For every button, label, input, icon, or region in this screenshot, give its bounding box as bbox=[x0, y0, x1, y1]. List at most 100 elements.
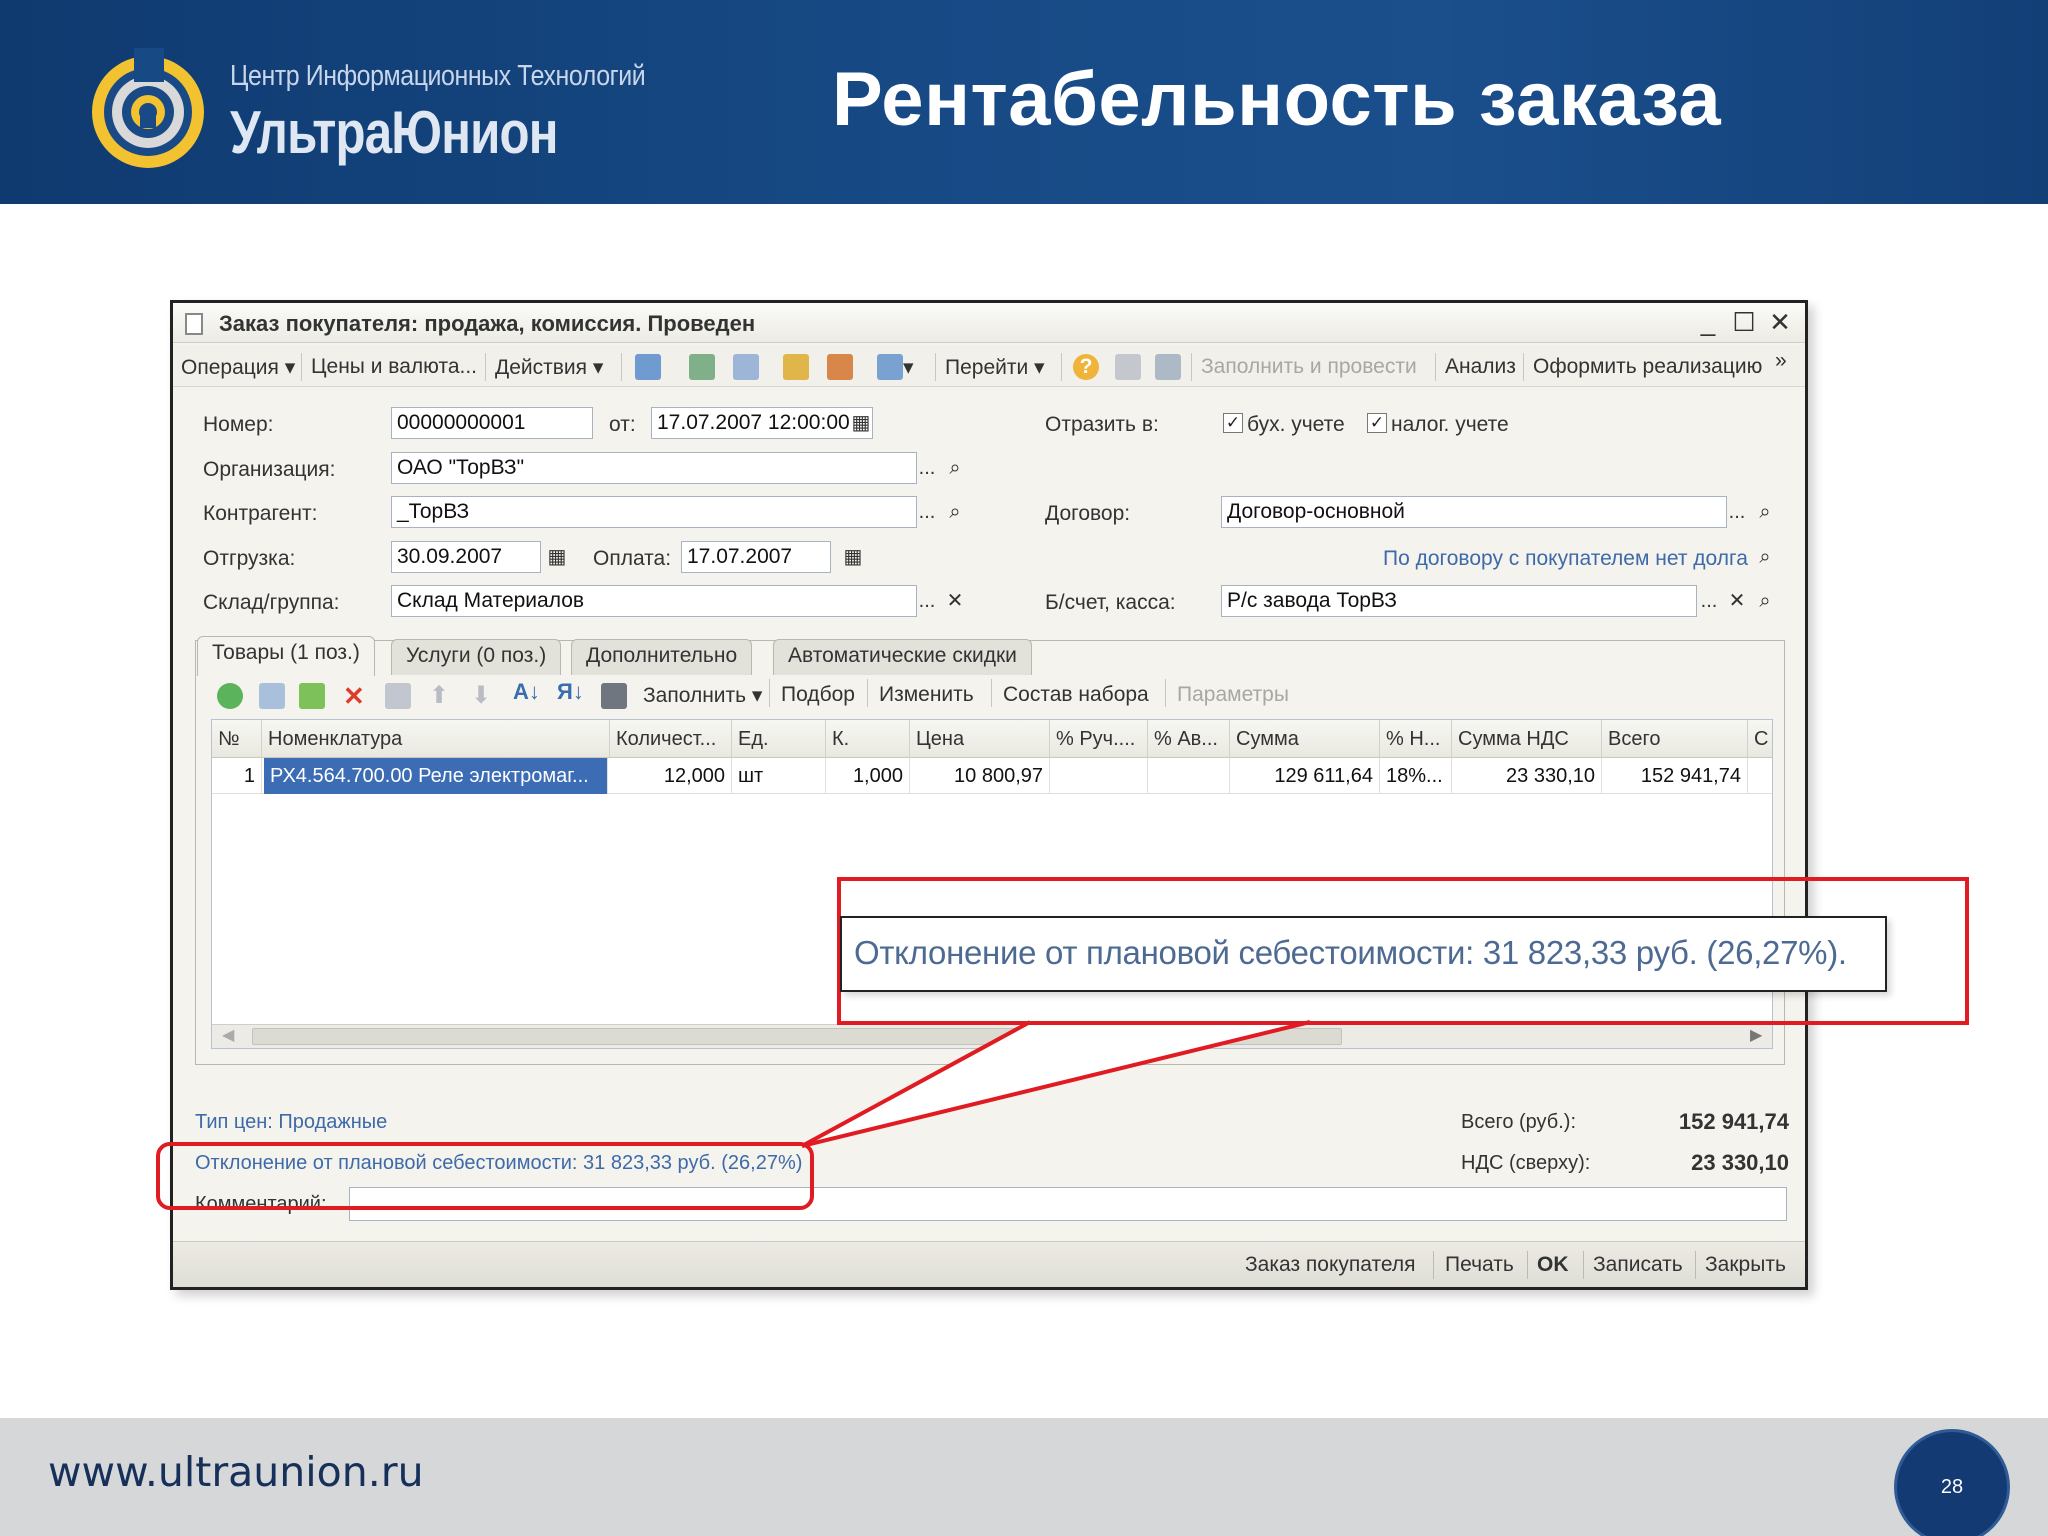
move-down-icon[interactable]: ⬇ bbox=[471, 681, 491, 710]
table-cell[interactable] bbox=[1050, 758, 1148, 794]
clear-icon[interactable]: ✕ bbox=[941, 585, 969, 617]
footer-url[interactable]: www.ultraunion.ru bbox=[48, 1448, 424, 1496]
sort-desc-icon[interactable]: Я↓ bbox=[557, 679, 584, 705]
pick-button[interactable]: Подбор bbox=[781, 683, 855, 707]
calendar-icon[interactable]: ▦ bbox=[839, 541, 867, 573]
organization-field[interactable]: ОАО "ТорВЗ" bbox=[391, 452, 917, 484]
search-icon[interactable]: ⌕ bbox=[941, 496, 969, 528]
copy-row-icon[interactable] bbox=[259, 683, 285, 709]
column-header[interactable]: Ед. bbox=[732, 720, 826, 758]
table-cell[interactable]: 12,000 bbox=[610, 758, 732, 794]
search-icon[interactable]: ⌕ bbox=[1751, 496, 1779, 528]
clear-icon[interactable]: ✕ bbox=[1723, 585, 1751, 617]
tab-additional[interactable]: Дополнительно bbox=[571, 639, 753, 675]
menu-goto[interactable]: Перейти ▾ bbox=[945, 355, 1045, 380]
params-button[interactable]: Параметры bbox=[1177, 683, 1289, 707]
number-field[interactable]: 00000000001 bbox=[391, 407, 593, 439]
search-icon[interactable]: ⌕ bbox=[1751, 541, 1779, 573]
warehouse-field[interactable]: Склад Материалов bbox=[391, 585, 917, 617]
column-header[interactable]: % Ав... bbox=[1148, 720, 1230, 758]
table-cell[interactable]: 10 800,97 bbox=[910, 758, 1050, 794]
tab-auto-discounts[interactable]: Автоматические скидки bbox=[773, 639, 1032, 675]
minimize-button[interactable]: _ bbox=[1693, 307, 1723, 337]
account-field[interactable]: Р/с завода ТорВЗ bbox=[1221, 585, 1697, 617]
date-field[interactable]: 17.07.2007 12:00:00 bbox=[651, 407, 873, 439]
delete-row-icon[interactable]: ✕ bbox=[343, 681, 365, 712]
contract-select-button[interactable]: ... bbox=[1723, 496, 1751, 528]
column-header[interactable]: Сумма bbox=[1230, 720, 1380, 758]
counterparty-select-button[interactable]: ... bbox=[913, 496, 941, 528]
column-header[interactable]: Всего bbox=[1602, 720, 1748, 758]
barcode-icon[interactable] bbox=[601, 683, 627, 709]
payment-date-field[interactable]: 17.07.2007 bbox=[681, 541, 831, 573]
column-header[interactable]: % Н... bbox=[1380, 720, 1452, 758]
table-cell[interactable] bbox=[1148, 758, 1230, 794]
warehouse-select-button[interactable]: ... bbox=[913, 585, 941, 617]
table-cell[interactable]: РХ4.564.700.00 Реле электромаг... bbox=[264, 758, 608, 794]
column-header[interactable]: К. bbox=[826, 720, 910, 758]
menu-operation[interactable]: Операция ▾ bbox=[181, 355, 295, 380]
horizontal-scrollbar[interactable]: ◀ ▶ bbox=[212, 1024, 1772, 1048]
fill-button[interactable]: Заполнить ▾ bbox=[643, 683, 762, 708]
column-header[interactable]: Количест... bbox=[610, 720, 732, 758]
kit-button[interactable]: Состав набора bbox=[1003, 683, 1149, 707]
create-based-icon[interactable] bbox=[783, 354, 809, 380]
post-icon[interactable] bbox=[635, 354, 661, 380]
column-header[interactable]: Номенклатура bbox=[262, 720, 610, 758]
table-cell[interactable]: 23 330,10 bbox=[1452, 758, 1602, 794]
order-button[interactable]: Заказ покупателя bbox=[1245, 1253, 1415, 1277]
copy-icon[interactable] bbox=[733, 354, 759, 380]
tab-services[interactable]: Услуги (0 поз.) bbox=[391, 639, 562, 675]
edit-row-icon[interactable] bbox=[299, 683, 325, 709]
sort-asc-icon[interactable]: A↓ bbox=[513, 679, 540, 705]
counterparty-field[interactable]: _ТорВЗ bbox=[391, 496, 917, 528]
account-select-button[interactable]: ... bbox=[1695, 585, 1723, 617]
table-cell[interactable]: 152 941,74 bbox=[1602, 758, 1748, 794]
structure-icon[interactable] bbox=[827, 354, 853, 380]
column-header[interactable]: С bbox=[1748, 720, 1772, 758]
table-cell[interactable]: 1,000 bbox=[826, 758, 910, 794]
report-icon[interactable] bbox=[877, 354, 903, 380]
more-menu-button[interactable]: » bbox=[1775, 349, 1787, 373]
table-cell[interactable]: шт bbox=[732, 758, 826, 794]
accounting-checkbox[interactable]: ✓ bbox=[1223, 413, 1243, 433]
add-row-icon[interactable] bbox=[217, 683, 243, 709]
close-button[interactable]: ✕ bbox=[1765, 307, 1795, 337]
calendar-icon[interactable]: ▦ bbox=[847, 407, 875, 439]
column-header[interactable]: № bbox=[212, 720, 262, 758]
columns-icon[interactable] bbox=[1155, 354, 1181, 380]
table-cell[interactable] bbox=[1748, 758, 1772, 794]
contract-field[interactable]: Договор-основной bbox=[1221, 496, 1727, 528]
help-icon[interactable]: ? bbox=[1073, 354, 1099, 380]
column-header[interactable]: Цена bbox=[910, 720, 1050, 758]
refresh-icon[interactable] bbox=[689, 354, 715, 380]
tax-checkbox[interactable]: ✓ bbox=[1367, 413, 1387, 433]
column-header[interactable]: % Руч.... bbox=[1050, 720, 1148, 758]
list-settings-icon[interactable] bbox=[1115, 354, 1141, 380]
organization-select-button[interactable]: ... bbox=[913, 452, 941, 484]
ok-button[interactable]: OK bbox=[1537, 1253, 1569, 1277]
move-up-icon[interactable]: ⬆ bbox=[429, 681, 449, 710]
menu-create-sale[interactable]: Оформить реализацию bbox=[1533, 355, 1762, 379]
price-type-link[interactable]: Тип цен: Продажные bbox=[195, 1111, 387, 1134]
close-window-button[interactable]: Закрыть bbox=[1705, 1253, 1786, 1277]
menu-actions[interactable]: Действия ▾ bbox=[495, 355, 603, 380]
calendar-icon[interactable]: ▦ bbox=[543, 541, 571, 573]
search-icon[interactable]: ⌕ bbox=[1751, 585, 1779, 617]
scroll-right-icon[interactable]: ▶ bbox=[1750, 1025, 1762, 1045]
tab-goods[interactable]: Товары (1 поз.) bbox=[197, 636, 375, 676]
menu-analysis[interactable]: Анализ bbox=[1445, 355, 1516, 379]
column-header[interactable]: Сумма НДС bbox=[1452, 720, 1602, 758]
search-icon[interactable]: ⌕ bbox=[941, 452, 969, 484]
edit-button[interactable]: Изменить bbox=[879, 683, 974, 707]
table-cell[interactable]: 18%... bbox=[1380, 758, 1452, 794]
menu-fill-and-post[interactable]: Заполнить и провести bbox=[1201, 355, 1417, 379]
shipment-date-field[interactable]: 30.09.2007 bbox=[391, 541, 541, 573]
table-row[interactable]: 1 РХ4.564.700.00 Реле электромаг... 12,0… bbox=[212, 758, 1772, 794]
menu-prices[interactable]: Цены и валюта... bbox=[311, 355, 477, 379]
dropdown-arrow-icon[interactable]: ▾ bbox=[903, 355, 914, 380]
scroll-left-icon[interactable]: ◀ bbox=[222, 1025, 234, 1045]
debt-status-link[interactable]: По договору с покупателем нет долга bbox=[1383, 547, 1748, 571]
table-cell[interactable]: 129 611,64 bbox=[1230, 758, 1380, 794]
scrollbar-thumb[interactable] bbox=[252, 1028, 1342, 1045]
